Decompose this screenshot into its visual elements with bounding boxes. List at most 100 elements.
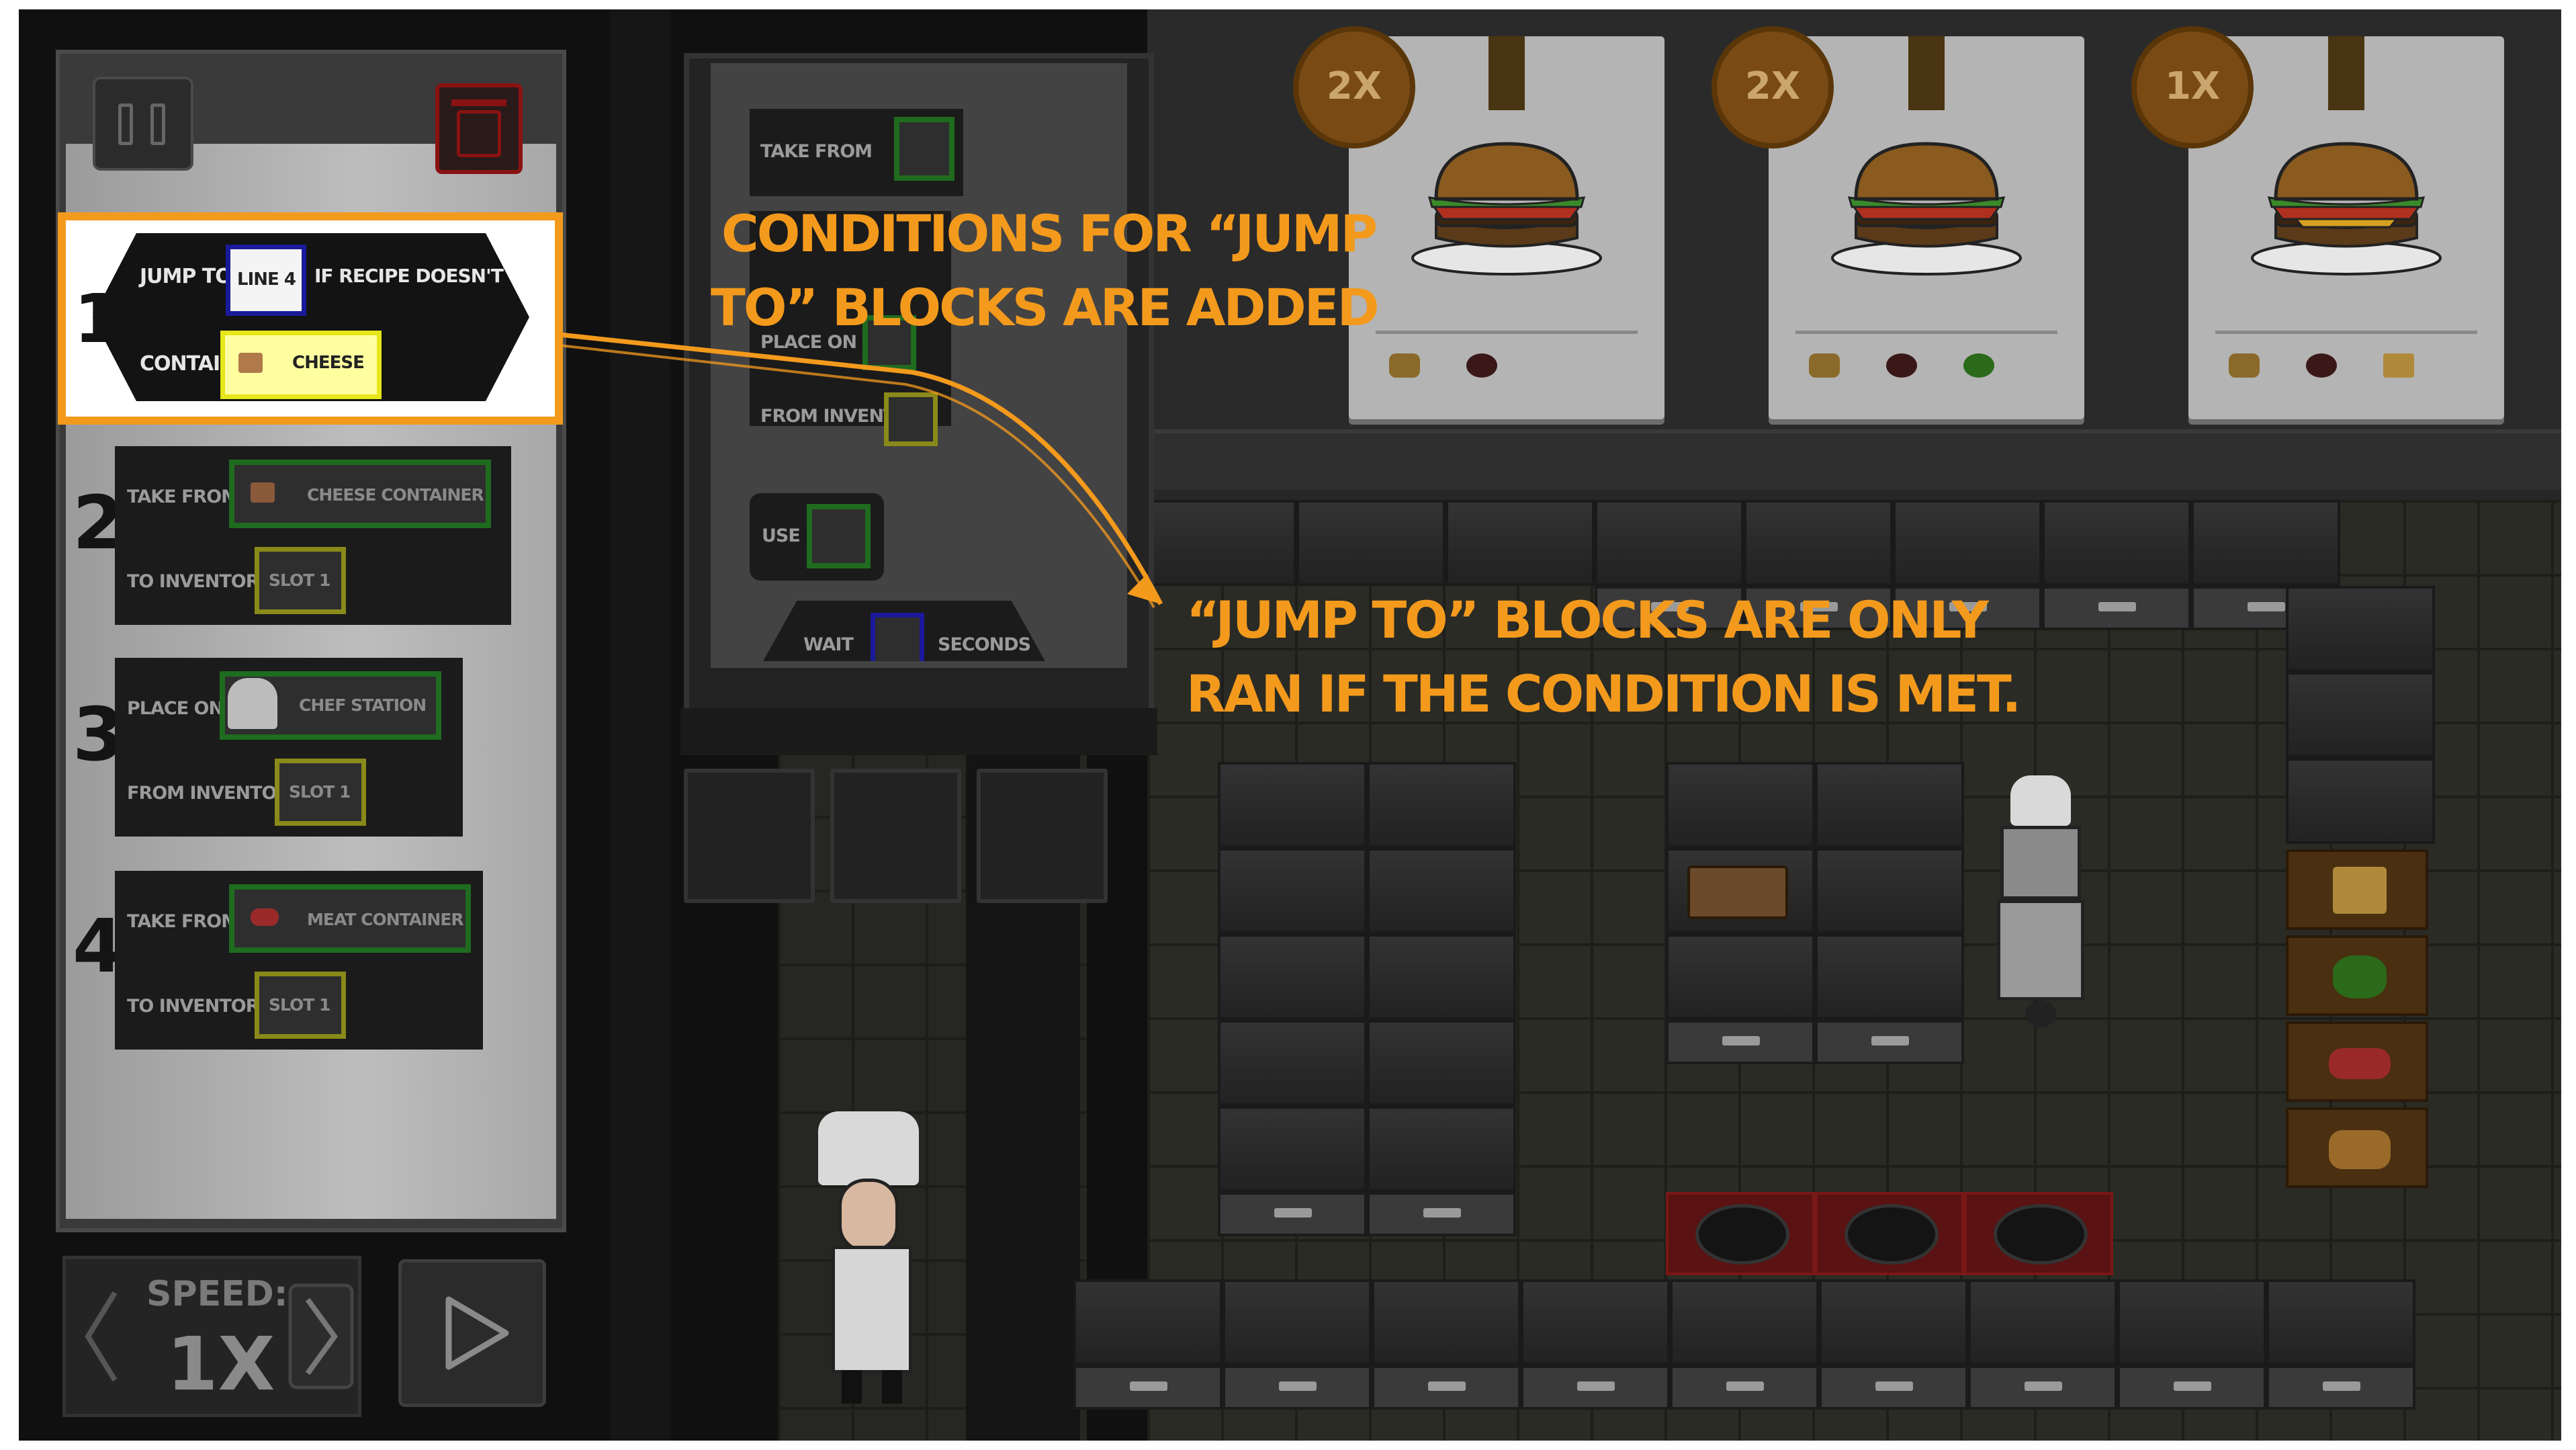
inventory-slot-3[interactable]: [977, 769, 1108, 903]
target-slot[interactable]: Chef Station: [220, 671, 441, 740]
counter[interactable]: [1670, 1279, 1819, 1365]
counter[interactable]: [2286, 672, 2435, 758]
counter-drawer: [2117, 1365, 2266, 1410]
counter[interactable]: [2266, 1279, 2415, 1365]
palette-use-label: Use: [762, 525, 801, 546]
counter[interactable]: [1218, 934, 1367, 1020]
line-target-value: Line 4: [237, 269, 296, 290]
speed-control: Speed: 1X: [62, 1256, 361, 1417]
counter[interactable]: [1367, 1020, 1516, 1106]
pause-button[interactable]: [93, 77, 193, 171]
counter[interactable]: [1815, 762, 1964, 848]
counter[interactable]: [1815, 848, 1964, 934]
counter[interactable]: [1968, 1279, 2117, 1365]
stove-with-pan[interactable]: [1666, 1192, 1815, 1275]
palette-seconds-label: Seconds: [938, 634, 1031, 655]
robot-chef[interactable]: [1970, 775, 2111, 1031]
counter[interactable]: [1367, 1106, 1516, 1192]
pause-icon: [118, 103, 133, 145]
counter[interactable]: [1073, 1279, 1223, 1365]
counter[interactable]: [1367, 848, 1516, 934]
palette-slot[interactable]: [894, 117, 954, 181]
counter[interactable]: [1367, 762, 1516, 848]
cheese-icon: [238, 353, 263, 373]
play-button[interactable]: [398, 1259, 546, 1407]
palette-take-from-block[interactable]: Take from: [750, 109, 963, 196]
counter[interactable]: [1218, 848, 1367, 934]
counter[interactable]: [1666, 762, 1815, 848]
target-value: Chef Station: [299, 695, 427, 715]
counter[interactable]: [2191, 500, 2340, 586]
counter[interactable]: [1521, 1279, 1670, 1365]
counter[interactable]: [2286, 758, 2435, 844]
counter[interactable]: [2286, 586, 2435, 672]
take-from-label: Take from: [127, 911, 239, 932]
annotation-bottom-line-2: ran if the condition is met.: [1186, 664, 2021, 724]
bread-container[interactable]: [2286, 1107, 2428, 1188]
take-from-block[interactable]: Take from Meat Container To inventory Sl…: [115, 871, 483, 1050]
order-multiplier-1: 2X: [1293, 26, 1415, 148]
counter[interactable]: [1815, 934, 1964, 1020]
chef-hat-icon: [228, 678, 277, 729]
counter[interactable]: [2117, 1279, 2266, 1365]
speed-up-button[interactable]: [287, 1283, 355, 1390]
counter[interactable]: [1223, 1279, 1372, 1365]
inventory-slot[interactable]: Slot 1: [255, 972, 346, 1039]
cheese-container[interactable]: [2286, 849, 2428, 930]
lettuce-icon: [2333, 955, 2387, 998]
counter[interactable]: [1218, 762, 1367, 848]
card-clip: [1908, 36, 1945, 110]
palette-slot[interactable]: [807, 504, 871, 568]
inventory-slot-1[interactable]: [684, 769, 815, 903]
chef-leg: [882, 1370, 902, 1404]
card-clip: [1489, 36, 1525, 110]
lettuce-container[interactable]: [2286, 935, 2428, 1016]
stove-with-pan[interactable]: [1964, 1192, 2113, 1275]
line-target-slot[interactable]: Line 4: [226, 245, 306, 316]
annotation-bottom-line-1: “Jump to” blocks are only: [1186, 590, 1989, 650]
chef-coat: [832, 1246, 912, 1373]
counter[interactable]: [1819, 1279, 1968, 1365]
ingredient-slot[interactable]: Cheese: [220, 331, 382, 399]
counter[interactable]: [2042, 500, 2191, 586]
trash-icon-lid: [451, 99, 506, 106]
stove-with-pan[interactable]: [1815, 1192, 1964, 1275]
target-slot[interactable]: Meat Container: [229, 884, 471, 953]
counter[interactable]: [1372, 1279, 1521, 1365]
cheese-icon: [2383, 353, 2414, 378]
counter[interactable]: [1218, 1020, 1367, 1106]
meat-container[interactable]: [2286, 1021, 2428, 1102]
chef-hat-icon: [2010, 775, 2071, 826]
palette-use-block[interactable]: Use: [750, 493, 884, 581]
annotation-top-line-2: to” blocks are added: [711, 278, 1380, 337]
target-slot[interactable]: Cheese Container: [229, 460, 491, 528]
counter[interactable]: [1296, 500, 1446, 586]
palette-slot[interactable]: [871, 613, 924, 661]
speed-down-button[interactable]: [78, 1286, 125, 1387]
counter[interactable]: [1446, 500, 1595, 586]
trash-icon: [457, 110, 501, 157]
meat-icon: [1886, 353, 1917, 378]
palette-wait-block[interactable]: Wait Seconds: [763, 601, 1045, 661]
counter[interactable]: [1595, 500, 1744, 586]
cutting-board-counter[interactable]: [1666, 848, 1815, 934]
cutting-board-icon: [1687, 865, 1788, 919]
counter[interactable]: [1666, 934, 1815, 1020]
counter[interactable]: [1744, 500, 1893, 586]
delete-button[interactable]: [435, 83, 523, 174]
counter-drawer: [2042, 586, 2191, 630]
inventory-slot[interactable]: Slot 1: [255, 547, 346, 614]
counter[interactable]: [1367, 934, 1516, 1020]
palette-take-from-label: Take from: [760, 141, 873, 162]
counter[interactable]: [1218, 1106, 1367, 1192]
place-on-block[interactable]: Place on Chef Station From inventory Slo…: [115, 658, 463, 837]
counter-drawer: [1666, 1020, 1815, 1064]
inventory-slot-2[interactable]: [830, 769, 961, 903]
meat-icon: [2329, 1048, 2391, 1079]
palette-slot[interactable]: [884, 392, 938, 446]
inventory-slot[interactable]: Slot 1: [275, 759, 366, 826]
cheese-icon: [2333, 867, 2387, 914]
counter[interactable]: [1893, 500, 2042, 586]
counter[interactable]: [1147, 500, 1296, 586]
take-from-block[interactable]: Take from Cheese Container To inventory …: [115, 446, 511, 625]
